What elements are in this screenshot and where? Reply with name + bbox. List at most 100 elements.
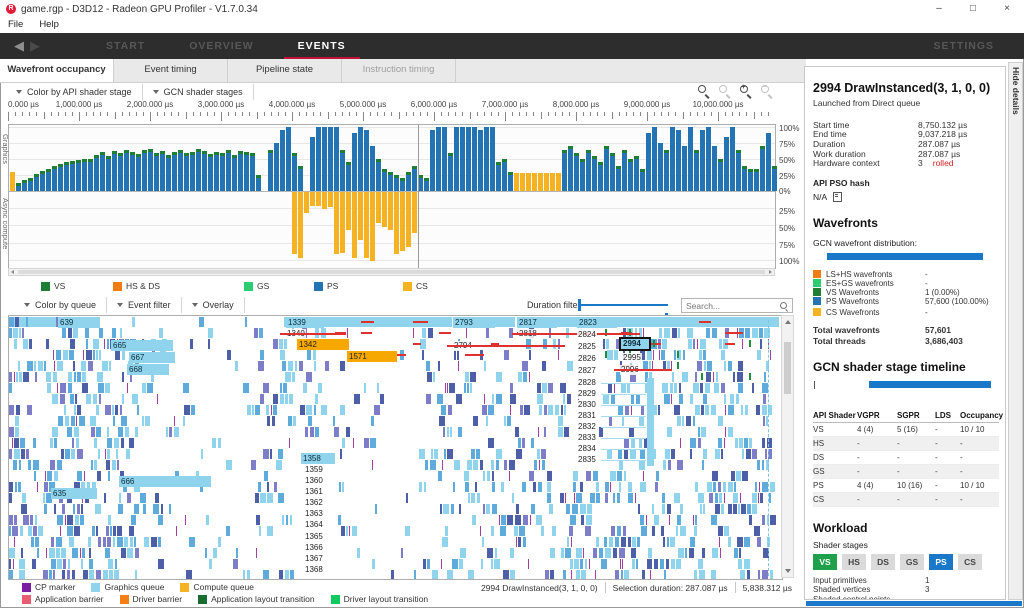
menu-help[interactable]: Help	[31, 18, 67, 33]
stage-button-hs[interactable]: HS	[842, 554, 866, 570]
event-label[interactable]: 2827	[577, 366, 597, 376]
control-color-by-queue[interactable]: Color by queue	[14, 297, 107, 313]
event-bar[interactable]: 665	[111, 340, 173, 351]
event-timeline-scrollbar[interactable]	[781, 315, 794, 578]
scrollbar-thumb[interactable]	[784, 342, 791, 394]
occupancy-bar-ps	[154, 156, 159, 191]
scroll-up-icon[interactable]	[785, 320, 791, 324]
event-label[interactable]: 2825	[577, 342, 597, 352]
event-bar[interactable]: 2817	[517, 317, 557, 328]
ruler-label: 4,000.000 µs	[259, 100, 325, 109]
reset-zoom-icon[interactable]	[718, 84, 731, 97]
event-label[interactable]: 1366	[304, 543, 324, 553]
event-label[interactable]: 2828	[577, 378, 597, 388]
control-event-filter[interactable]: Event filter	[107, 297, 182, 313]
event-label[interactable]: 2835	[577, 455, 597, 465]
event-texture-bar	[621, 383, 626, 393]
subtab-wavefront-occupancy[interactable]: Wavefront occupancy	[0, 59, 114, 82]
control-gcn-shader-stages[interactable]: GCN shader stages	[143, 84, 254, 100]
event-label[interactable]: 2833	[577, 433, 597, 443]
slider-handle-left[interactable]	[578, 299, 581, 311]
zoom-in-icon[interactable]: +	[739, 84, 752, 97]
occupancy-bar-vs-tip	[586, 150, 591, 153]
control-overlay[interactable]: Overlay	[182, 297, 245, 313]
event-bar[interactable]: 1358	[301, 453, 335, 464]
copy-icon[interactable]	[833, 192, 842, 202]
nav-tab-events[interactable]: EVENTS	[298, 40, 346, 52]
scroll-down-icon[interactable]	[785, 569, 791, 573]
event-label[interactable]: 2995	[622, 353, 642, 363]
event-bar[interactable]: 639	[58, 317, 100, 328]
control-color-by-api-shader-stage[interactable]: Color by API shader stage	[6, 84, 143, 100]
ruler-tick	[441, 112, 442, 116]
event-label[interactable]: 1363	[304, 509, 324, 519]
event-label[interactable]: 1359	[304, 465, 324, 475]
window-minimize-button[interactable]: –	[922, 0, 956, 18]
event-label[interactable]: 1368	[304, 565, 324, 575]
event-texture-bar	[65, 416, 69, 426]
scroll-left-icon[interactable]	[11, 270, 14, 274]
event-label[interactable]: 1367	[304, 554, 324, 564]
subtab-instruction-timing[interactable]: Instruction timing	[342, 59, 456, 82]
event-bar[interactable]: 2823	[577, 317, 617, 328]
hide-details-strip[interactable]: Hide details	[1008, 62, 1023, 600]
event-label[interactable]: 2824	[577, 330, 597, 340]
event-label[interactable]: 1364	[304, 520, 324, 530]
event-label[interactable]: 2829	[577, 389, 597, 399]
nav-tab-overview[interactable]: OVERVIEW	[189, 40, 253, 52]
zoom-to-selection-icon[interactable]	[697, 84, 710, 97]
event-texture-bar	[706, 372, 711, 382]
event-bar-compute[interactable]: 1342	[297, 339, 349, 350]
search-input[interactable]	[682, 299, 778, 311]
occupancy-bar-vs-tip	[34, 174, 39, 177]
event-label[interactable]: 1361	[304, 487, 324, 497]
event-bar[interactable]: 635	[51, 488, 97, 499]
selected-event-bar[interactable]: 2994	[619, 337, 651, 351]
event-label[interactable]: 1365	[304, 532, 324, 542]
window-close-button[interactable]: ×	[990, 0, 1024, 18]
event-texture-bar	[674, 493, 680, 503]
legend-item: Graphics queue	[91, 582, 164, 592]
event-label[interactable]: 2831	[577, 411, 597, 421]
occupancy-bar-vs-tip	[148, 149, 153, 152]
event-texture-bar	[762, 405, 767, 415]
nav-tab-settings[interactable]: SETTINGS	[933, 40, 994, 52]
event-label[interactable]: 2834	[577, 444, 597, 454]
event-label[interactable]: 1360	[304, 476, 324, 486]
event-bar[interactable]: 1339	[286, 317, 324, 328]
subtab-event-timing[interactable]: Event timing	[114, 59, 228, 82]
event-label[interactable]: 2832	[577, 422, 597, 432]
nav-tab-start[interactable]: START	[106, 40, 145, 52]
occupancy-chart[interactable]	[8, 124, 776, 269]
subtab-pipeline-state[interactable]: Pipeline state	[228, 59, 342, 82]
back-arrow-icon[interactable]: ◀	[14, 38, 24, 54]
scroll-right-icon[interactable]	[769, 270, 772, 274]
stage-button-cs[interactable]: CS	[958, 554, 982, 570]
stage-button-ds[interactable]: DS	[871, 554, 895, 570]
event-label[interactable]: 2826	[577, 354, 597, 364]
event-texture-bar	[664, 570, 666, 580]
scrollbar-thumb[interactable]	[18, 270, 765, 274]
event-bar[interactable]: 2793	[453, 317, 495, 328]
zoom-out-icon[interactable]: −	[760, 84, 773, 97]
forward-arrow-icon[interactable]: ▶	[30, 38, 40, 54]
event-texture-bar	[561, 405, 563, 415]
event-texture-bar	[647, 559, 652, 569]
stage-button-gs[interactable]: GS	[900, 554, 924, 570]
event-bar-compute[interactable]: 1571	[347, 351, 397, 362]
stage-button-vs[interactable]: VS	[813, 554, 837, 570]
event-texture-bar	[716, 372, 718, 382]
occupancy-horizontal-scrollbar[interactable]	[8, 268, 775, 276]
event-texture-bar	[630, 449, 636, 459]
menu-file[interactable]: File	[0, 18, 31, 33]
event-timeline[interactable]: 6391339279328172823134028182824665134227…	[8, 315, 783, 580]
occupancy-controls: Color by API shader stageGCN shader stag…	[6, 84, 254, 100]
stage-button-ps[interactable]: PS	[929, 554, 953, 570]
event-bar[interactable]: 666	[119, 476, 211, 487]
window-maximize-button[interactable]: □	[956, 0, 990, 18]
event-bar[interactable]: 668	[127, 364, 169, 375]
event-label[interactable]: 1362	[304, 498, 324, 508]
duration-filter-slider[interactable]	[578, 299, 668, 311]
event-bar[interactable]: 667	[129, 352, 175, 363]
event-label[interactable]: 2830	[577, 400, 597, 410]
